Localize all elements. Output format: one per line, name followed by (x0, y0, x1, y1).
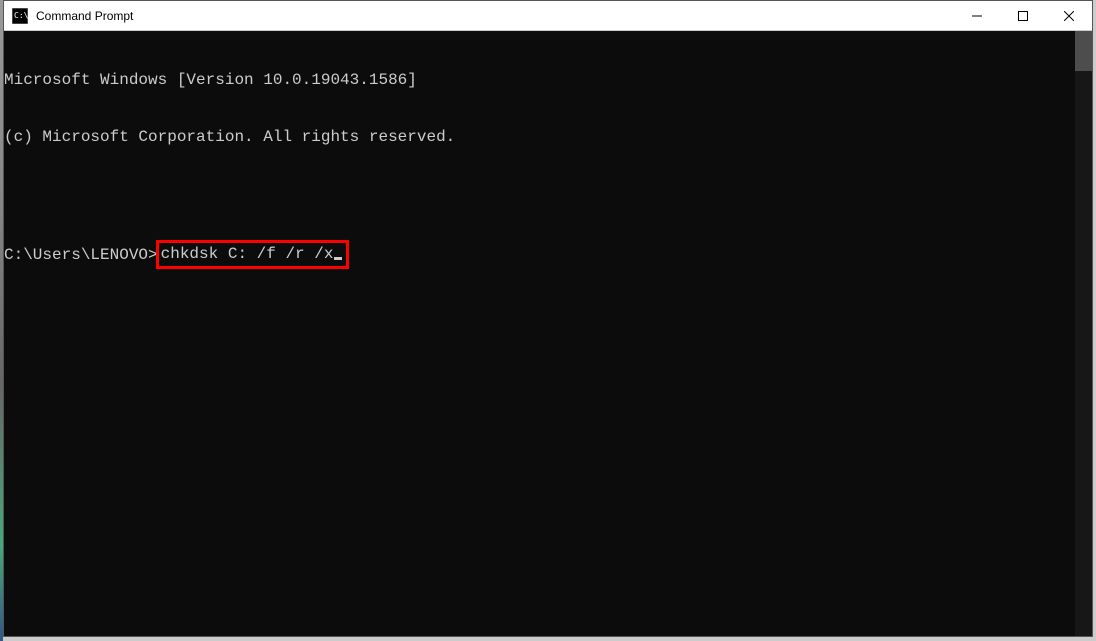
terminal-area: Microsoft Windows [Version 10.0.19043.15… (4, 31, 1092, 636)
titlebar[interactable]: C:\ Command Prompt (4, 1, 1092, 31)
scrollbar-thumb[interactable] (1075, 31, 1092, 71)
minimize-button[interactable] (954, 1, 1000, 30)
terminal-prompt: C:\Users\LENOVO> (4, 246, 158, 265)
close-button[interactable] (1046, 1, 1092, 30)
scrollbar[interactable] (1075, 31, 1092, 636)
terminal-command-input[interactable]: chkdsk C: /f /r /x (161, 245, 334, 263)
command-prompt-window: C:\ Command Prompt Microsoft Windows [Ve… (3, 0, 1093, 637)
terminal[interactable]: Microsoft Windows [Version 10.0.19043.15… (4, 31, 1075, 636)
command-highlight-box: chkdsk C: /f /r /x (156, 240, 350, 269)
svg-text:C:\: C:\ (14, 11, 28, 20)
maximize-button[interactable] (1000, 1, 1046, 30)
terminal-output-line: (c) Microsoft Corporation. All rights re… (4, 128, 1075, 147)
window-controls (954, 1, 1092, 30)
terminal-output-line: Microsoft Windows [Version 10.0.19043.15… (4, 71, 1075, 90)
window-title: Command Prompt (36, 9, 954, 23)
terminal-prompt-line: C:\Users\LENOVO>chkdsk C: /f /r /x (4, 242, 1075, 269)
terminal-blank-line (4, 185, 1075, 204)
terminal-cursor (334, 257, 342, 260)
command-prompt-icon: C:\ (12, 8, 28, 24)
